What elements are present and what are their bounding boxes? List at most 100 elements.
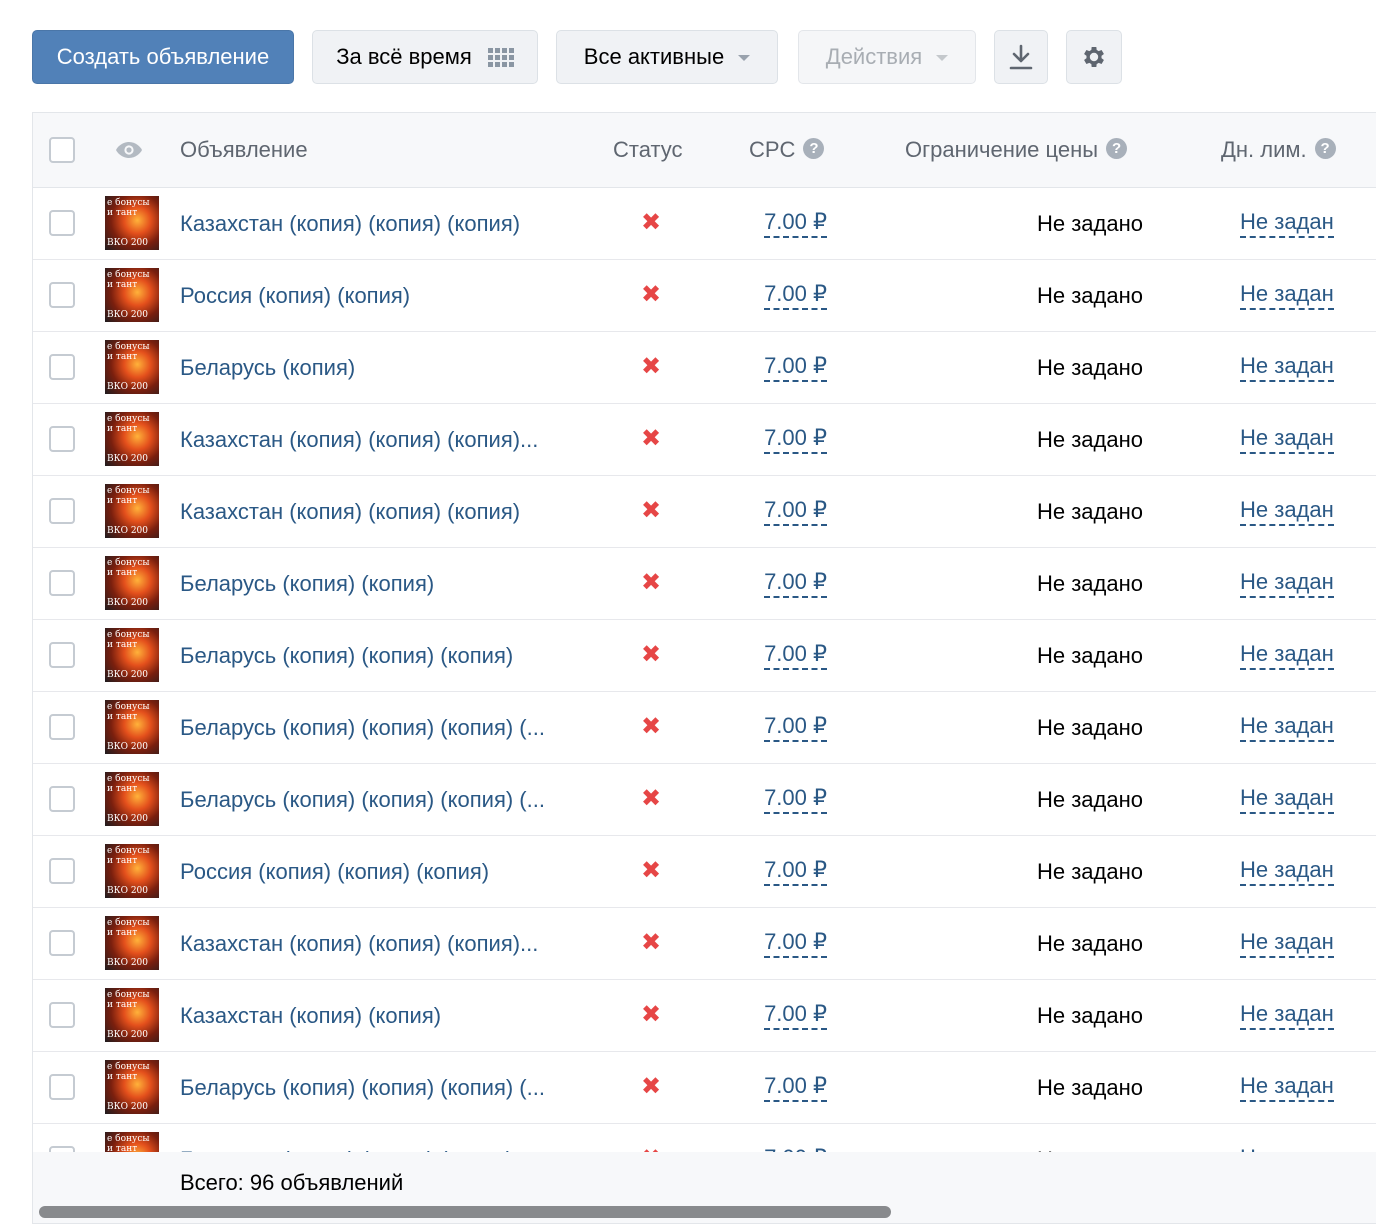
settings-button[interactable]	[1066, 30, 1122, 84]
daily-limit-link[interactable]: Не задан	[1240, 188, 1334, 259]
daily-limit-link[interactable]: Не задан	[1240, 260, 1334, 331]
ad-name-link[interactable]: Казахстан (копия) (копия) (копия)...	[180, 908, 538, 979]
ad-thumbnail[interactable]: е бонусы и тант ВКО 200	[105, 916, 159, 970]
ad-thumbnail[interactable]: е бонусы и тант ВКО 200	[105, 268, 159, 322]
price-limit-value: Не задано	[1036, 571, 1143, 596]
daily-limit-link[interactable]: Не задан	[1240, 332, 1334, 403]
table-row: е бонусы и тант ВКО 200 Беларусь (копия) (…	[33, 620, 1376, 692]
daily-limit-link[interactable]: Не задан	[1240, 620, 1334, 691]
price-limit-value: Не задано	[1036, 1075, 1143, 1100]
period-selector-button[interactable]: За всё время	[312, 30, 538, 84]
ad-name-link[interactable]: Казахстан (копия) (копия) (копия)	[180, 188, 520, 259]
daily-limit-link[interactable]: Не задан	[1240, 1052, 1334, 1123]
row-checkbox[interactable]	[49, 642, 75, 668]
ad-thumbnail-caption-top: е бонусы и тант	[107, 774, 150, 794]
status-stopped-icon: ✖	[640, 425, 662, 452]
help-icon[interactable]: ?	[1314, 137, 1336, 159]
row-checkbox[interactable]	[49, 210, 75, 236]
ad-name-link[interactable]: Казахстан (копия) (копия)	[180, 980, 441, 1051]
ad-name-link[interactable]: Беларусь (копия) (копия)	[180, 548, 434, 619]
cpc-value-link[interactable]: 7.00 ₽	[764, 836, 827, 907]
status-stopped-icon: ✖	[640, 929, 662, 956]
actions-dropdown[interactable]: Действия	[798, 30, 976, 84]
ad-name-link[interactable]: Казахстан (копия) (копия) (копия)	[180, 476, 520, 547]
row-checkbox[interactable]	[49, 786, 75, 812]
ad-thumbnail[interactable]: е бонусы и тант ВКО 200	[105, 628, 159, 682]
price-limit-column-header[interactable]: Ограничение цены ?	[905, 113, 1128, 187]
ad-thumbnail[interactable]: е бонусы и тант ВКО 200	[105, 988, 159, 1042]
ad-thumbnail[interactable]: е бонусы и тант ВКО 200	[105, 1060, 159, 1114]
ad-thumbnail[interactable]: е бонусы и тант ВКО 200	[105, 772, 159, 826]
status-stopped-icon: ✖	[640, 281, 662, 308]
row-checkbox[interactable]	[49, 354, 75, 380]
daily-limit-link[interactable]: Не задан	[1240, 476, 1334, 547]
download-button[interactable]	[994, 30, 1048, 84]
daily-limit-link[interactable]: Не задан	[1240, 836, 1334, 907]
ad-name-link[interactable]: Беларусь (копия) (копия) (копия)	[180, 620, 513, 691]
ad-thumbnail-caption-top: е бонусы и тант	[107, 342, 150, 362]
table-row: е бонусы и тант ВКО 200 Беларусь (копия) (…	[33, 548, 1376, 620]
cpc-value-link[interactable]: 7.00 ₽	[764, 548, 827, 619]
status-stopped-icon: ✖	[640, 1073, 662, 1100]
daily-limit-link[interactable]: Не задан	[1240, 764, 1334, 835]
daily-limit-link[interactable]: Не задан	[1240, 404, 1334, 475]
row-checkbox[interactable]	[49, 1074, 75, 1100]
row-checkbox[interactable]	[49, 282, 75, 308]
cpc-value: 7.00 ₽	[764, 425, 827, 454]
ad-thumbnail[interactable]: е бонусы и тант ВКО 200	[105, 196, 159, 250]
cpc-value-link[interactable]: 7.00 ₽	[764, 332, 827, 403]
cpc-value-link[interactable]: 7.00 ₽	[764, 908, 827, 979]
daily-limit-link[interactable]: Не задан	[1240, 548, 1334, 619]
cpc-value-link[interactable]: 7.00 ₽	[764, 620, 827, 691]
cpc-value-link[interactable]: 7.00 ₽	[764, 764, 827, 835]
visibility-column-header[interactable]	[115, 113, 143, 187]
daily-limit-value: Не задан	[1240, 1073, 1334, 1102]
ad-thumbnail[interactable]: е бонусы и тант ВКО 200	[105, 412, 159, 466]
ad-thumbnail-caption-top: е бонусы и тант	[107, 918, 150, 938]
ad-thumbnail-caption-top: е бонусы и тант	[107, 270, 150, 290]
daily-limit-column-header[interactable]: Дн. лим. ?	[1221, 113, 1336, 187]
cpc-value-link[interactable]: 7.00 ₽	[764, 980, 827, 1051]
cpc-column-header[interactable]: CPC ?	[749, 113, 825, 187]
cpc-value-link[interactable]: 7.00 ₽	[764, 260, 827, 331]
status-filter-dropdown[interactable]: Все активные	[556, 30, 778, 84]
row-checkbox[interactable]	[49, 714, 75, 740]
row-checkbox[interactable]	[49, 930, 75, 956]
cpc-value-link[interactable]: 7.00 ₽	[764, 476, 827, 547]
ad-thumbnail[interactable]: е бонусы и тант ВКО 200	[105, 340, 159, 394]
ad-thumbnail[interactable]: е бонусы и тант ВКО 200	[105, 556, 159, 610]
table-footer: Всего: 96 объявлений	[33, 1152, 1376, 1223]
ad-name-link[interactable]: Казахстан (копия) (копия) (копия)...	[180, 404, 538, 475]
create-ad-button[interactable]: Создать объявление	[32, 30, 294, 84]
ad-name-link[interactable]: Беларусь (копия) (копия) (копия) (...	[180, 1052, 545, 1123]
daily-limit-link[interactable]: Не задан	[1240, 980, 1334, 1051]
row-checkbox[interactable]	[49, 858, 75, 884]
ad-column-header[interactable]: Объявление	[180, 113, 308, 187]
table-row: е бонусы и тант ВКО 200 Беларусь (копия) (…	[33, 692, 1376, 764]
daily-limit-value: Не задан	[1240, 425, 1334, 454]
row-checkbox[interactable]	[49, 1002, 75, 1028]
ad-name-link[interactable]: Беларусь (копия) (копия) (копия) (...	[180, 764, 545, 835]
ad-thumbnail[interactable]: е бонусы и тант ВКО 200	[105, 844, 159, 898]
row-checkbox[interactable]	[49, 570, 75, 596]
daily-limit-link[interactable]: Не задан	[1240, 908, 1334, 979]
ad-thumbnail[interactable]: е бонусы и тант ВКО 200	[105, 484, 159, 538]
ad-name-link[interactable]: Беларусь (копия)	[180, 332, 355, 403]
ad-thumbnail[interactable]: е бонусы и тант ВКО 200	[105, 700, 159, 754]
ad-name-link[interactable]: Россия (копия) (копия)	[180, 260, 410, 331]
help-icon[interactable]: ?	[1106, 137, 1128, 159]
cpc-value-link[interactable]: 7.00 ₽	[764, 188, 827, 259]
daily-limit-link[interactable]: Не задан	[1240, 692, 1334, 763]
status-column-header[interactable]: Статус	[613, 113, 683, 187]
cpc-value-link[interactable]: 7.00 ₽	[764, 1052, 827, 1123]
help-icon[interactable]: ?	[803, 137, 825, 159]
select-all-checkbox[interactable]	[49, 137, 75, 163]
ad-name-link[interactable]: Россия (копия) (копия) (копия)	[180, 836, 489, 907]
cpc-value-link[interactable]: 7.00 ₽	[764, 692, 827, 763]
row-checkbox[interactable]	[49, 498, 75, 524]
row-checkbox[interactable]	[49, 426, 75, 452]
ad-name-link[interactable]: Беларусь (копия) (копия) (копия) (...	[180, 692, 545, 763]
ad-thumbnail-caption-top: е бонусы и тант	[107, 1062, 150, 1082]
horizontal-scrollbar[interactable]	[39, 1206, 891, 1218]
cpc-value-link[interactable]: 7.00 ₽	[764, 404, 827, 475]
